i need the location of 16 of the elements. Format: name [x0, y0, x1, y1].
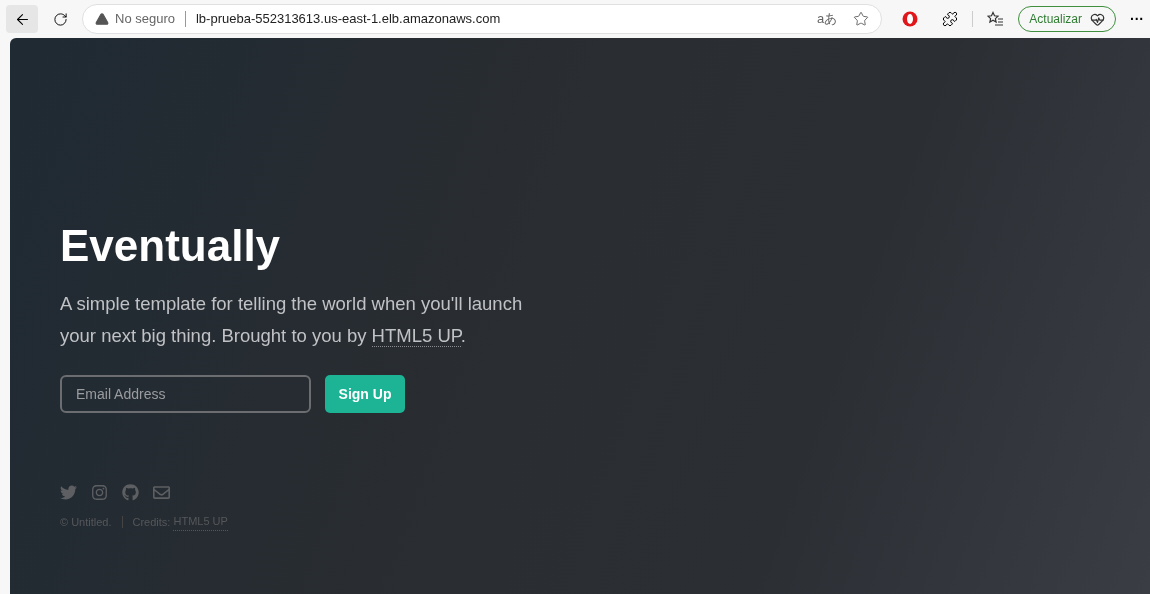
email-field[interactable]: Email Address [60, 375, 311, 413]
reload-icon [52, 11, 68, 27]
address-bar[interactable]: No seguro lb-prueba-552313613.us-east-1.elb.amazonaws.com aあ [82, 4, 883, 34]
security-label: No seguro [115, 10, 175, 29]
star-icon[interactable] [853, 11, 870, 27]
back-button[interactable] [6, 5, 38, 33]
hero-description: A simple template for telling the world when you'll launch your next big thing. Brought to you by HTML5 UP. [60, 292, 524, 349]
heart-icon [1090, 11, 1105, 27]
warning-icon [95, 12, 109, 26]
star-list-icon[interactable] [987, 11, 1005, 27]
puzzle-icon[interactable] [942, 11, 959, 27]
more-menu[interactable]: ··· [1130, 8, 1144, 30]
translate-button[interactable]: aあ [817, 9, 838, 29]
url-text: lb-prueba-552313613.us-east-1.elb.amazonaws.com [196, 10, 501, 29]
html5up-link[interactable]: HTML5 UP [371, 325, 461, 347]
hero-title: Eventually [60, 220, 282, 272]
